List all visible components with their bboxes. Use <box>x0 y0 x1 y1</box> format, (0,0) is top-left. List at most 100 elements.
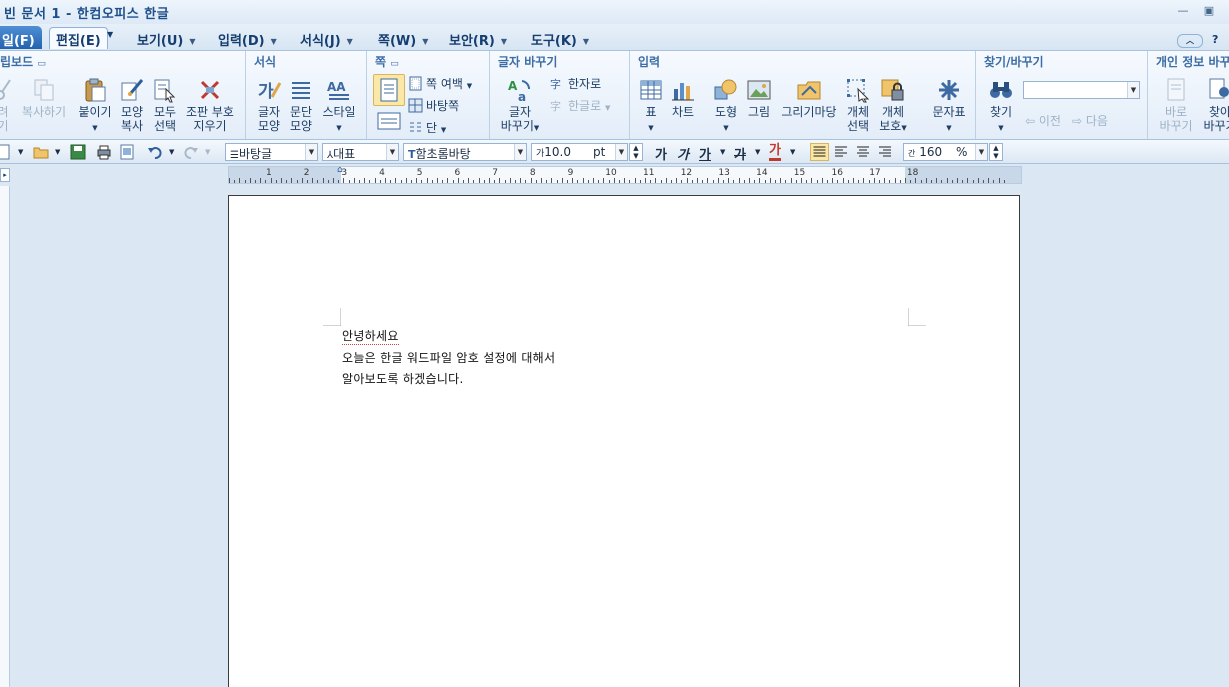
svg-text:AA: AA <box>327 80 346 94</box>
ruler-tick <box>541 178 542 183</box>
strike-button[interactable]: 가 <box>734 144 746 163</box>
ruler-tick <box>702 180 704 183</box>
chevron-down-icon[interactable]: ▼ <box>720 148 725 156</box>
chart-button[interactable]: 차트 <box>668 77 698 119</box>
drawing-button[interactable]: 그리기마당 <box>778 77 840 119</box>
format-copy-button[interactable]: 모양 복사 <box>117 77 147 133</box>
print-icon[interactable] <box>96 144 112 160</box>
style-button[interactable]: AA 스타일 ▼ <box>319 77 359 135</box>
align-justify-icon[interactable] <box>810 143 829 161</box>
new-document-icon[interactable] <box>0 144 12 160</box>
ruler-tick <box>353 178 355 183</box>
copy-button[interactable]: 복사하기 <box>18 77 70 119</box>
chevron-down-icon[interactable]: ▼ <box>169 148 174 156</box>
chevron-down-icon[interactable]: ▼ <box>514 144 526 160</box>
background-page-button[interactable]: 바탕쪽 <box>408 97 459 114</box>
align-right-icon[interactable] <box>877 144 893 160</box>
char-change-icon: Aa <box>508 79 531 103</box>
chevron-down-icon[interactable]: ▼ <box>55 148 60 156</box>
chevron-down-icon: ▼ <box>582 37 590 46</box>
chevron-down-icon[interactable]: ▼ <box>755 148 760 156</box>
chevron-down-icon[interactable]: ▼ <box>205 148 210 156</box>
tab-page[interactable]: 쪽(W) ▼ <box>378 27 428 49</box>
save-icon[interactable] <box>70 144 86 160</box>
undo-icon[interactable] <box>147 144 163 160</box>
chevron-down-icon[interactable]: ▼ <box>975 144 987 160</box>
ruler-mark-label: 16 <box>831 168 843 178</box>
find-next-button[interactable]: ⇨ 다음 <box>1072 112 1108 129</box>
object-select-button[interactable]: 개체 선택 <box>843 77 873 133</box>
redo-icon[interactable] <box>183 144 199 160</box>
arrow-left-icon: ⇦ <box>1025 114 1036 128</box>
chevron-down-icon[interactable]: ▼ <box>18 148 23 156</box>
page-setup-button[interactable] <box>373 74 405 106</box>
tab-tools[interactable]: 도구(K) ▼ <box>531 27 589 49</box>
tab-view[interactable]: 보기(U) ▼ <box>137 27 196 49</box>
line-spacing-stepper[interactable]: ▲ ▼ <box>989 143 1003 161</box>
column-button[interactable]: 단 ▼ <box>408 119 446 136</box>
privacy-find-replace-button[interactable]: 찾아 바꾸기 <box>1200 77 1229 133</box>
font-color-button[interactable]: 가 <box>769 144 781 161</box>
minimize-icon[interactable]: — <box>1175 4 1191 18</box>
page-margin-button[interactable]: 쪽 여백 ▼ <box>408 75 472 92</box>
tab-insert[interactable]: 입력(D) ▼ <box>218 27 277 49</box>
privacy-replace-button[interactable]: 바로 바꾸기 <box>1156 77 1196 133</box>
underline-button[interactable]: 가 <box>699 144 711 163</box>
italic-button[interactable]: 가 <box>677 144 689 163</box>
font-size-input[interactable]: 가10.0 pt ▼ <box>531 143 628 161</box>
horizontal-ruler[interactable]: 1 2 3 4 5 6 7 8 9 10 11 12 13 14 15 16 17 18 ⌂ <box>228 165 1022 184</box>
ruler-toggle-button[interactable]: ▸ <box>0 168 10 182</box>
document-page[interactable]: 안녕하세요 오늘은 한글 워드파일 암호 설정에 대해서 알아보도록 하겠습니다… <box>228 195 1020 687</box>
print-preview-icon[interactable] <box>119 144 135 160</box>
table-button[interactable]: 표 ▼ <box>636 77 666 135</box>
search-input[interactable]: ▼ <box>1023 81 1140 99</box>
bold-button[interactable]: 가 <box>655 144 667 163</box>
symbol-button[interactable]: 문자표 ▼ <box>928 77 970 135</box>
align-center-icon[interactable] <box>855 144 871 160</box>
document-line-1[interactable]: 안녕하세요 <box>342 327 399 345</box>
align-left-icon[interactable] <box>833 144 849 160</box>
shape-button[interactable]: 도형 ▼ <box>710 77 742 135</box>
tab-format[interactable]: 서식(J) ▼ <box>300 27 353 49</box>
indent-marker-icon[interactable]: ⌂ <box>337 165 343 175</box>
style-select[interactable]: ☰바탕글 ▼ <box>225 143 318 161</box>
chevron-down-icon[interactable]: ▼ <box>305 144 317 160</box>
to-hanja-button[interactable]: 字 한자로 <box>550 75 601 92</box>
collapse-ribbon-button[interactable]: ︿ <box>1177 34 1203 48</box>
file-menu-button[interactable]: 일(F) <box>0 26 42 49</box>
chevron-down-icon: ▼ <box>533 124 540 132</box>
char-change-button[interactable]: Aa 글자 바꾸기▼ <box>496 77 544 135</box>
chevron-down-icon[interactable]: ▼ <box>104 27 118 49</box>
chevron-down-icon[interactable]: ▼ <box>386 144 398 160</box>
find-prev-button[interactable]: ⇦ 이전 <box>1025 112 1061 129</box>
font-size-stepper[interactable]: ▲ ▼ <box>629 143 643 161</box>
tab-security[interactable]: 보안(R) ▼ <box>449 27 507 49</box>
chevron-down-icon[interactable]: ▼ <box>615 144 627 160</box>
find-button[interactable]: 찾기 ▼ <box>984 77 1018 135</box>
select-all-button[interactable]: 모두 선택 <box>150 77 180 133</box>
picture-button[interactable]: 그림 <box>744 77 774 119</box>
char-shape-button[interactable]: 가 글자 모양 <box>254 77 284 133</box>
tab-edit[interactable]: 편집(E) <box>49 27 108 49</box>
page-layout-button[interactable] <box>373 111 405 133</box>
chevron-down-icon[interactable]: ▼ <box>1127 82 1139 98</box>
para-shape-button[interactable]: 문단 모양 <box>286 77 316 133</box>
chevron-down-icon[interactable]: ▼ <box>790 148 795 156</box>
restore-icon[interactable]: ▣ <box>1201 4 1217 18</box>
to-hangul-button[interactable]: 字 한글로 ▼ <box>550 97 610 114</box>
paste-button[interactable]: 붙이기 ▼ <box>75 77 115 135</box>
svg-text:가: 가 <box>258 82 274 102</box>
line-spacing-input[interactable]: 간 160% ▼ <box>903 143 988 161</box>
language-select[interactable]: ⅄대표 ▼ <box>322 143 399 161</box>
vertical-ruler[interactable] <box>0 186 10 687</box>
document-line-2[interactable]: 오늘은 한글 워드파일 암호 설정에 대해서 <box>342 349 555 366</box>
ruler-tick <box>473 180 475 183</box>
font-select[interactable]: T함초롬바탕 ▼ <box>403 143 527 161</box>
object-protect-button[interactable]: 개체 보호▼ <box>876 77 910 135</box>
cut-button[interactable]: 려 기 <box>0 77 12 133</box>
help-icon[interactable]: ? <box>1212 27 1218 49</box>
document-line-3[interactable]: 알아보도록 하겠습니다. <box>342 370 464 387</box>
open-folder-icon[interactable] <box>33 144 49 160</box>
clear-format-button[interactable]: 조판 부호 지우기 <box>182 77 238 133</box>
char-change-group: 글자 바꾸기 Aa 글자 바꾸기▼ 字 한자로 字 한글로 ▼ <box>490 51 630 139</box>
